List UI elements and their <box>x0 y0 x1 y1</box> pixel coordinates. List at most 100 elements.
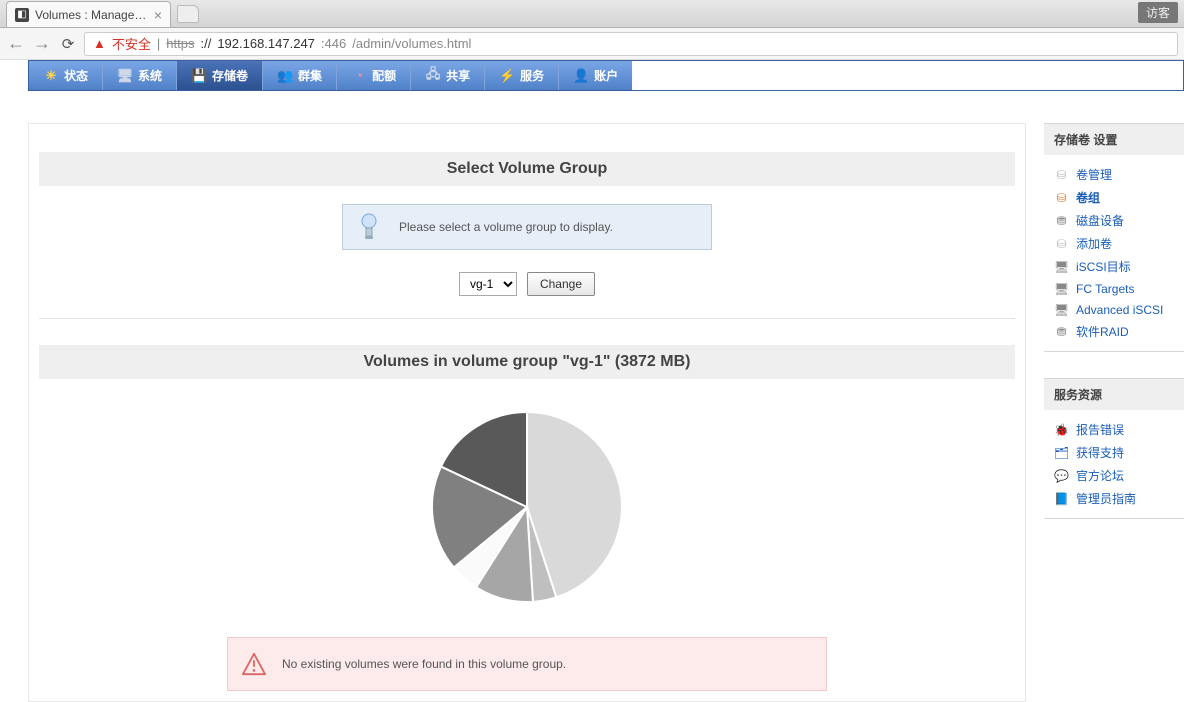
hint-text: Please select a volume group to display. <box>399 220 613 234</box>
info-icon <box>357 215 381 239</box>
system-icon: 🖥 <box>117 68 133 84</box>
nav-system[interactable]: 🖥 系统 <box>103 61 177 90</box>
nav-label: 群集 <box>298 67 322 84</box>
sidebar-settings-title: 存储卷 设置 <box>1044 124 1184 155</box>
sidebar-item[interactable]: 🖥 FC Targets <box>1054 278 1174 299</box>
url-host: 192.168.147.247 <box>217 36 315 51</box>
sidebar-link[interactable]: FC Targets <box>1076 282 1134 296</box>
sidebar-item[interactable]: 📘 管理员指南 <box>1054 487 1174 510</box>
nav-label: 共享 <box>446 67 470 84</box>
separator: | <box>157 36 160 51</box>
nav-status[interactable]: ☀ 状态 <box>29 61 103 90</box>
sidebar-item-icon: 🖥 <box>1054 259 1069 274</box>
sidebar-link[interactable]: 添加卷 <box>1076 235 1112 252</box>
reload-button[interactable]: ⟳ <box>58 34 78 54</box>
nav-quota[interactable]: ◔ 配额 <box>337 61 411 90</box>
url-path: /admin/volumes.html <box>352 36 471 51</box>
sidebar-item-icon: 🖥 <box>1054 302 1069 317</box>
sidebar-link[interactable]: 报告错误 <box>1076 421 1124 438</box>
nav-share[interactable]: 🖧 共享 <box>411 61 485 90</box>
nav-label: 系统 <box>138 67 162 84</box>
sidebar-item[interactable]: 🖥 Advanced iSCSI <box>1054 299 1174 320</box>
sidebar-item-icon: 🗂 <box>1054 445 1069 460</box>
nav-label: 存储卷 <box>212 67 248 84</box>
sidebar-link[interactable]: 卷管理 <box>1076 166 1112 183</box>
not-secure-label: 不安全 <box>112 34 151 53</box>
sidebar-item[interactable]: ⛁ 添加卷 <box>1054 232 1174 255</box>
new-tab-button[interactable] <box>177 5 199 23</box>
back-button[interactable]: ← <box>6 34 26 54</box>
select-vg-title: Select Volume Group <box>39 152 1015 186</box>
status-icon: ☀ <box>43 68 59 84</box>
forward-button[interactable]: → <box>32 34 52 54</box>
browser-tab-strip: ◧ Volumes : Manage Vol... × 访客 <box>0 0 1184 28</box>
vg-selector-row: vg-1 Change <box>39 272 1015 296</box>
services-icon: ⚡ <box>499 68 515 84</box>
sidebar-item[interactable]: ⛁ 卷组 <box>1054 186 1174 209</box>
sidebar-item[interactable]: 🖥 iSCSI目标 <box>1054 255 1174 278</box>
sidebar-item[interactable]: ⛁ 卷管理 <box>1054 163 1174 186</box>
sidebar-link[interactable]: iSCSI目标 <box>1076 258 1131 275</box>
sidebar-item-icon: 🖥 <box>1054 281 1069 296</box>
sidebar-link[interactable]: 磁盘设备 <box>1076 212 1124 229</box>
tab-title: Volumes : Manage Vol... <box>35 8 148 22</box>
sidebar-item-icon: 🐞 <box>1054 422 1069 437</box>
accounts-icon: 👤 <box>573 68 589 84</box>
no-volumes-text: No existing volumes were found in this v… <box>282 657 566 671</box>
sidebar-item[interactable]: 🐞 报告错误 <box>1054 418 1174 441</box>
nav-label: 服务 <box>520 67 544 84</box>
sidebar-link[interactable]: Advanced iSCSI <box>1076 303 1163 317</box>
sidebar-item-icon: ⛃ <box>1054 213 1069 228</box>
nav-label: 配额 <box>372 67 396 84</box>
favicon-icon: ◧ <box>15 8 29 22</box>
sidebar-link[interactable]: 卷组 <box>1076 189 1100 206</box>
close-icon[interactable]: × <box>154 7 162 23</box>
warning-icon: ▲ <box>93 36 106 51</box>
sidebar-item-icon: 💬 <box>1054 468 1069 483</box>
warning-triangle-icon <box>242 652 266 676</box>
sidebar-item-icon: ⛁ <box>1054 190 1069 205</box>
nav-volumes[interactable]: 💾 存储卷 <box>177 61 263 90</box>
sidebar-link[interactable]: 管理员指南 <box>1076 490 1136 507</box>
divider <box>39 318 1015 319</box>
sidebar-item-icon: ⛁ <box>1054 167 1069 182</box>
nav-accounts[interactable]: 👤 账户 <box>559 61 632 90</box>
url-sep: :// <box>200 36 211 51</box>
sidebar-item[interactable]: ⛃ 磁盘设备 <box>1054 209 1174 232</box>
share-icon: 🖧 <box>425 68 441 84</box>
cluster-icon: 👥 <box>277 68 293 84</box>
volumes-title: Volumes in volume group "vg-1" (3872 MB) <box>39 345 1015 379</box>
quota-icon: ◔ <box>351 68 367 84</box>
hint-box: Please select a volume group to display. <box>342 204 712 250</box>
main-panel: Select Volume Group Please select a volu… <box>28 123 1026 702</box>
sidebar-resources-title: 服务资源 <box>1044 379 1184 410</box>
no-volumes-warning: No existing volumes were found in this v… <box>227 637 827 691</box>
sidebar-item[interactable]: 🗂 获得支持 <box>1054 441 1174 464</box>
nav-cluster[interactable]: 👥 群集 <box>263 61 337 90</box>
url-protocol: https <box>166 36 194 51</box>
address-bar[interactable]: ▲ 不安全 | https :// 192.168.147.247 :446/admi… <box>84 32 1178 56</box>
sidebar-link[interactable]: 官方论坛 <box>1076 467 1124 484</box>
sidebar-item[interactable]: ⛃ 软件RAID <box>1054 320 1174 343</box>
nav-services[interactable]: ⚡ 服务 <box>485 61 559 90</box>
vg-select[interactable]: vg-1 <box>459 272 517 296</box>
nav-label: 账户 <box>594 67 618 84</box>
sidebar-item[interactable]: 💬 官方论坛 <box>1054 464 1174 487</box>
sidebar-item-icon: ⛁ <box>1054 236 1069 251</box>
browser-toolbar: ← → ⟳ ▲ 不安全 | https :// 192.168.147.247 :44… <box>0 28 1184 60</box>
guest-badge: 访客 <box>1138 2 1178 23</box>
url-port: :446 <box>321 36 346 51</box>
top-nav: ☀ 状态 🖥 系统 💾 存储卷 👥 群集 ◔ 配额 🖧 共享 ⚡ 服务 👤 账户 <box>28 60 1184 91</box>
sidebar-resources-box: 服务资源 🐞 报告错误 🗂 获得支持 💬 官方论坛 📘 管理员指南 <box>1044 378 1184 519</box>
sidebar-link[interactable]: 软件RAID <box>1076 323 1129 340</box>
volumes-icon: 💾 <box>191 68 207 84</box>
sidebar-settings-box: 存储卷 设置 ⛁ 卷管理 ⛁ 卷组 ⛃ 磁盘设备 ⛁ 添加卷 🖥 iSCSI目标 🖥 FC Targe… <box>1044 123 1184 352</box>
pie-chart <box>39 397 1015 637</box>
sidebar: 存储卷 设置 ⛁ 卷管理 ⛁ 卷组 ⛃ 磁盘设备 ⛁ 添加卷 🖥 iSCSI目标 🖥 FC Targe… <box>1044 123 1184 545</box>
sidebar-item-icon: 📘 <box>1054 491 1069 506</box>
change-button[interactable]: Change <box>527 272 595 296</box>
sidebar-item-icon: ⛃ <box>1054 324 1069 339</box>
browser-tab[interactable]: ◧ Volumes : Manage Vol... × <box>6 1 171 27</box>
sidebar-link[interactable]: 获得支持 <box>1076 444 1124 461</box>
nav-label: 状态 <box>64 67 88 84</box>
